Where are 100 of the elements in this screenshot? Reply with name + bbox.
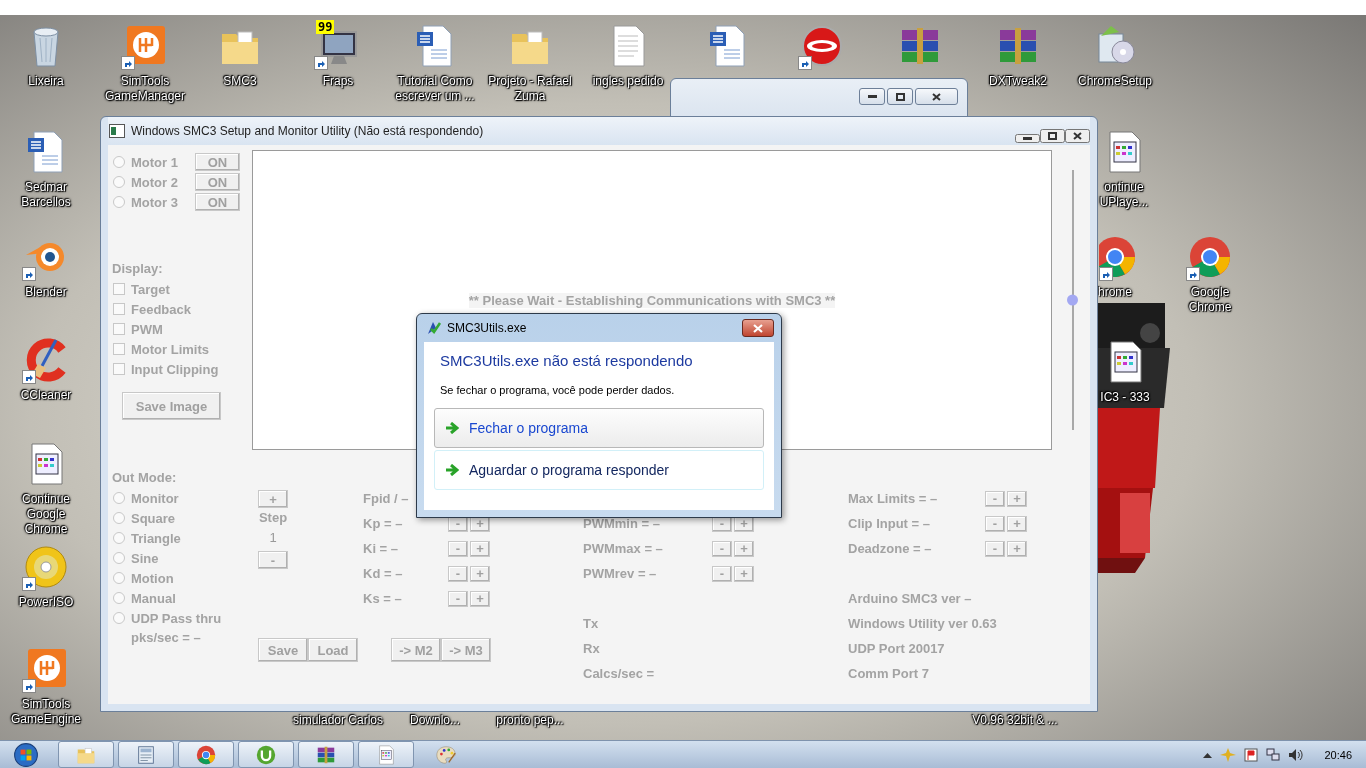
increase-button[interactable]: + — [1007, 490, 1027, 507]
checkbox-label: Feedback — [131, 301, 191, 317]
network-icon[interactable] — [1266, 747, 1281, 762]
increase-button[interactable]: + — [1007, 540, 1027, 557]
close-button[interactable] — [742, 319, 774, 337]
increase-button[interactable]: + — [470, 590, 490, 607]
radio-button[interactable] — [113, 612, 125, 624]
app-icon — [109, 124, 125, 138]
close-button[interactable] — [1065, 129, 1090, 143]
icon-label[interactable]: Sedmar Barcellos — [4, 180, 88, 210]
file-button[interactable]: Load — [308, 638, 358, 662]
copy-button[interactable]: -> M2 — [391, 638, 441, 662]
decrease-button[interactable]: - — [985, 490, 1005, 507]
decrease-button[interactable]: - — [448, 590, 468, 607]
icon-label[interactable]: pronto pep... — [496, 713, 564, 727]
taskbar-button[interactable] — [238, 741, 294, 768]
minimize-button[interactable] — [1015, 134, 1040, 143]
radio-button[interactable] — [113, 512, 125, 524]
up-arrow-icon[interactable] — [1203, 751, 1213, 758]
increase-button[interactable]: + — [734, 565, 754, 582]
icon-label[interactable]: simulador Carlos — [293, 713, 383, 727]
parameter-label: PWMmax = – — [583, 541, 664, 556]
arrow-icon — [445, 464, 459, 476]
icon-label[interactable]: Fraps — [322, 74, 354, 89]
radio-button[interactable] — [113, 156, 125, 168]
radio-button[interactable] — [113, 552, 125, 564]
decrease-button[interactable]: - — [985, 540, 1005, 557]
checkbox[interactable] — [113, 323, 125, 335]
section-label: Display: — [112, 260, 164, 278]
decrease-button[interactable]: - — [448, 565, 468, 582]
icon-label[interactable]: Continue Google Chrome — [4, 492, 88, 537]
maximize-button[interactable] — [887, 88, 913, 105]
icon-label[interactable]: IC3 - 333 — [1100, 390, 1150, 405]
increase-button[interactable]: + — [1007, 515, 1027, 532]
checkbox[interactable] — [113, 363, 125, 375]
radio-button[interactable] — [113, 572, 125, 584]
decrease-button[interactable]: - — [985, 515, 1005, 532]
icon-label[interactable]: ChromeSetup — [1077, 74, 1152, 89]
taskbar-button[interactable] — [298, 741, 354, 768]
taskbar-button[interactable] — [358, 741, 414, 768]
checkbox[interactable] — [113, 283, 125, 295]
decrease-button[interactable]: - — [712, 565, 732, 582]
rate-label: pks/sec = – — [130, 629, 202, 647]
radio-button[interactable] — [113, 492, 125, 504]
on-button[interactable]: ON — [195, 193, 240, 211]
icon-label[interactable]: CCleaner — [20, 388, 72, 403]
taskbar-button[interactable] — [58, 741, 114, 768]
decrease-button[interactable]: - — [448, 540, 468, 557]
icon-label[interactable]: PowerISO — [18, 595, 74, 610]
minimize-button[interactable] — [859, 88, 885, 105]
icon-label[interactable]: Lixeira — [28, 74, 64, 89]
checkbox-label: PWM — [131, 321, 163, 337]
icon-label[interactable]: V0.96 32bit & ... — [972, 713, 1058, 727]
copy-button[interactable]: -> M3 — [441, 638, 491, 662]
command-link[interactable]: Fechar o programa — [434, 408, 764, 448]
clock[interactable]: 20:46 — [1324, 748, 1352, 761]
icon-badge: 99 — [316, 20, 335, 34]
checkbox[interactable] — [113, 343, 125, 355]
icon-label[interactable]: Blender — [25, 285, 67, 300]
icon-label[interactable]: SimTools GameManager — [103, 74, 187, 104]
disc-icon[interactable] — [22, 543, 70, 591]
on-button[interactable]: ON — [195, 153, 240, 171]
flag-icon[interactable] — [1244, 747, 1259, 762]
icon-label[interactable]: DXTweak2 — [989, 74, 1047, 89]
icon-label[interactable]: SimTools GameEngine — [4, 697, 88, 727]
close-button[interactable] — [915, 88, 958, 105]
palette-icon — [435, 743, 457, 766]
icon-label[interactable]: Tutorial Como escrever um ... — [393, 74, 477, 104]
icon-label[interactable]: hrome — [1098, 285, 1132, 300]
increase-button[interactable]: + — [734, 540, 754, 557]
increase-button[interactable]: + — [470, 565, 490, 582]
radio-button[interactable] — [113, 532, 125, 544]
command-link[interactable]: Aguardar o programa responder — [434, 450, 764, 490]
parameter-label: PWMmin = – — [583, 516, 661, 531]
decrease-button[interactable]: - — [712, 540, 732, 557]
radio-button[interactable] — [113, 176, 125, 188]
radio-label: UDP Pass thru — [131, 610, 222, 626]
checkbox[interactable] — [113, 303, 125, 315]
browser-logo-icon — [195, 743, 217, 766]
icon-label[interactable]: Google Chrome — [1168, 285, 1252, 315]
on-button[interactable]: ON — [195, 173, 240, 191]
icon-label[interactable]: Projeto - Rafael Zuma — [488, 74, 572, 104]
save-image-button[interactable]: Save Image — [122, 392, 221, 420]
speaker-icon[interactable] — [1288, 747, 1305, 762]
taskbar-button[interactable] — [118, 741, 174, 768]
checkbox-label: Input Clipping — [131, 361, 219, 377]
icon-label[interactable]: Downlo... — [410, 713, 460, 727]
taskbar-button[interactable] — [178, 741, 234, 768]
icon-label[interactable]: ingles pedido — [592, 74, 664, 89]
increase-button[interactable]: + — [470, 540, 490, 557]
icon-label[interactable]: SMC3 — [223, 74, 257, 89]
decrease-button[interactable]: - — [258, 551, 288, 569]
dialog-heading: SMC3Utils.exe não está respondendo — [440, 352, 694, 369]
maximize-button[interactable] — [1040, 129, 1065, 143]
slider-thumb[interactable] — [1067, 294, 1078, 306]
increase-button[interactable]: + — [258, 490, 288, 508]
radio-button[interactable] — [113, 196, 125, 208]
file-button[interactable]: Save — [258, 638, 308, 662]
icon-label[interactable]: ontinue UPlaye... — [1096, 180, 1152, 210]
radio-button[interactable] — [113, 592, 125, 604]
